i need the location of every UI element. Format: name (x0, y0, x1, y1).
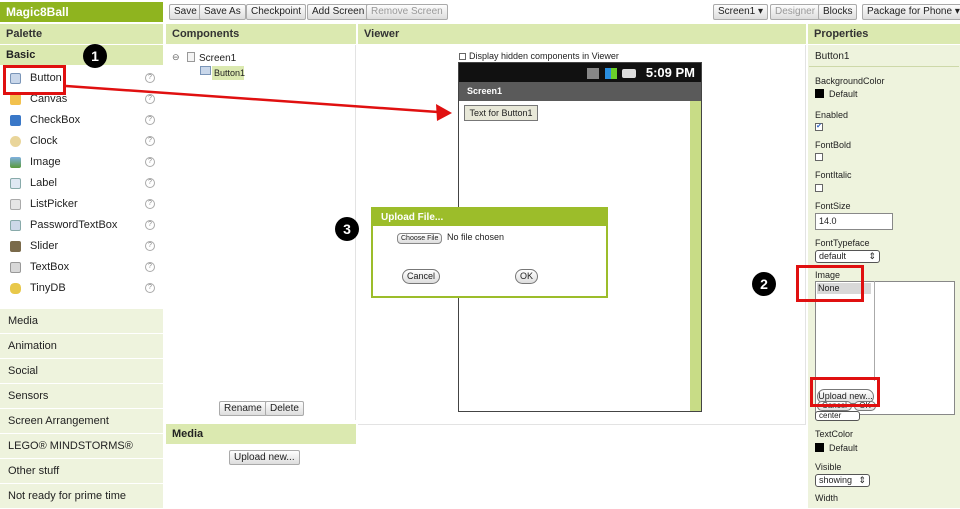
annotation-arrow (65, 84, 452, 121)
annotation-number-1: 1 (83, 44, 107, 68)
annotation-number-3: 3 (335, 217, 359, 241)
annotation-number-2: 2 (752, 272, 776, 296)
